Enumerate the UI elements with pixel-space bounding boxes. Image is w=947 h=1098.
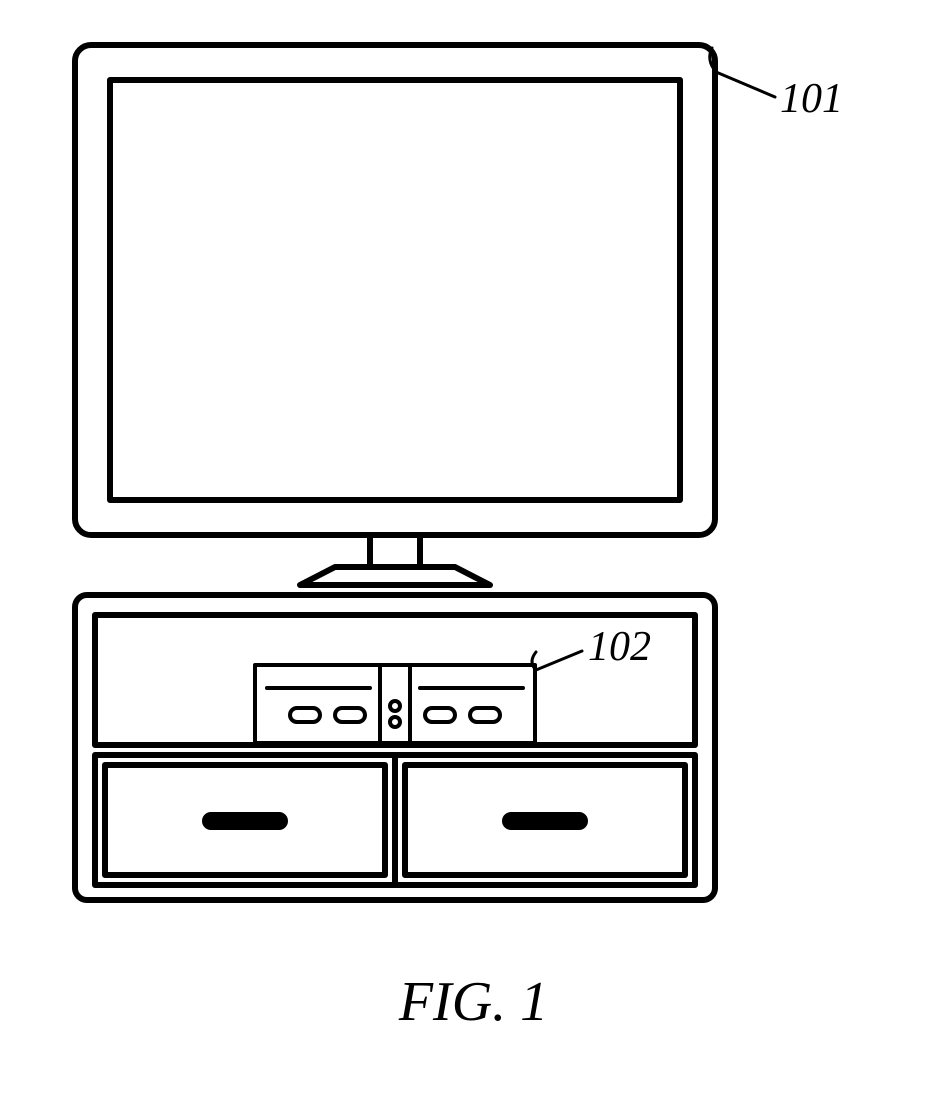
figure-1-diagram: 101 102 FIG. 1 [0,0,947,1098]
settop-box [255,665,535,743]
drawer-right-handle [505,815,585,827]
tv-bezel [75,45,715,535]
diagram-svg [0,0,947,1098]
settop-btn-r2 [470,708,500,722]
label-102: 102 [588,623,651,671]
settop-btn-l1 [290,708,320,722]
leader-hook-102 [532,652,536,670]
leader-line-101 [716,72,775,97]
settop-led-bottom [390,717,400,727]
settop-btn-r1 [425,708,455,722]
leader-line-102 [536,651,582,670]
tv-screen [110,80,680,500]
drawer-left-handle [205,815,285,827]
settop-btn-l2 [335,708,365,722]
settop-led-top [390,701,400,711]
tv-stand-neck [370,535,420,567]
label-101: 101 [780,75,843,123]
settop-center-panel [380,665,410,743]
figure-caption: FIG. 1 [0,970,947,1034]
tv-stand-base [300,567,490,585]
